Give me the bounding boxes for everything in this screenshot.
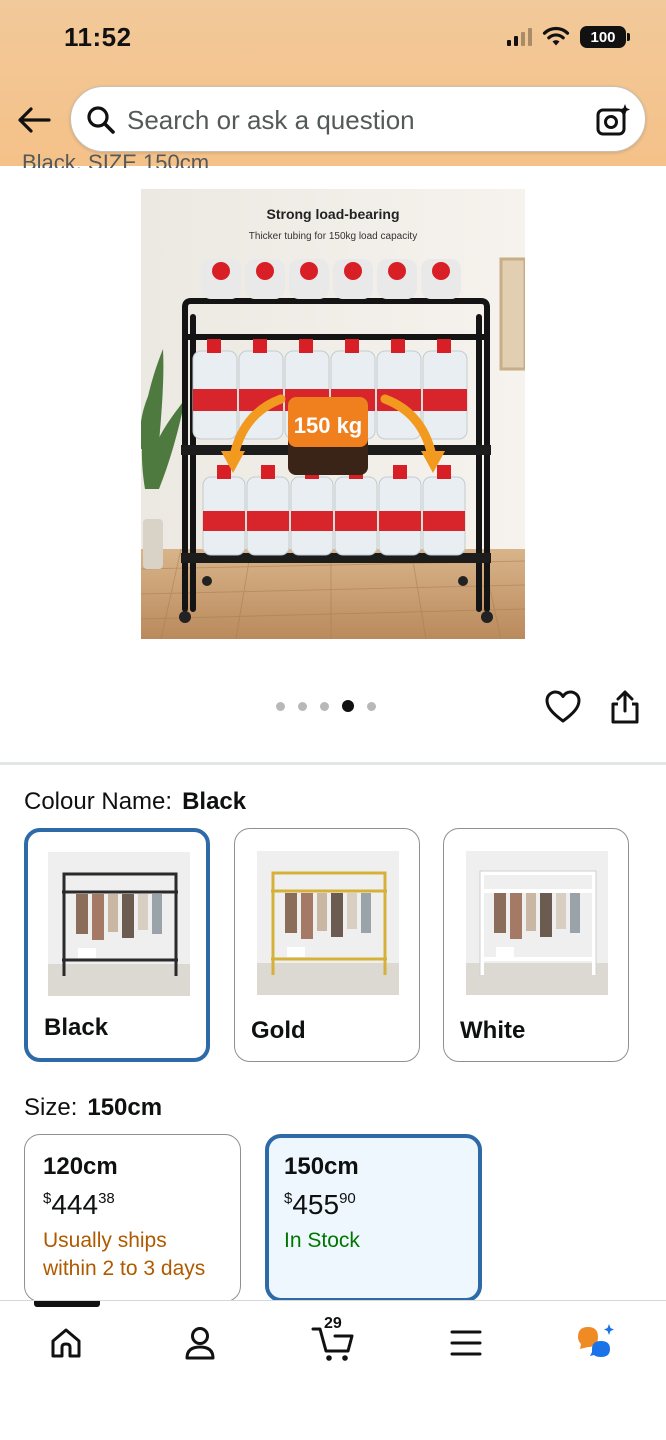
price-fraction: 38: [98, 1190, 115, 1207]
cellular-signal-icon: [507, 28, 532, 46]
white-rack-thumbnail: [466, 851, 608, 995]
camera-search-icon[interactable]: [595, 102, 631, 138]
size-option-label: 150cm: [284, 1153, 359, 1180]
home-icon: [51, 1328, 81, 1358]
bottom-navigation: 29: [0, 1300, 666, 1440]
size-label: Size:: [24, 1094, 78, 1121]
colour-option-black[interactable]: Black: [24, 828, 210, 1062]
carousel-dot[interactable]: [367, 701, 376, 711]
size-option-label: 120cm: [43, 1153, 118, 1180]
carousel-dot[interactable]: [276, 701, 285, 711]
size-option-price: $45590: [284, 1191, 463, 1219]
price-fraction: 90: [339, 1190, 356, 1207]
search-bar[interactable]: [70, 86, 646, 152]
carousel-dots[interactable]: [276, 700, 376, 712]
nav-home[interactable]: [44, 1321, 88, 1365]
menu-icon: [450, 1330, 482, 1356]
nav-cart[interactable]: 29: [310, 1315, 356, 1365]
nav-assistant[interactable]: [574, 1321, 618, 1365]
nav-account[interactable]: [178, 1321, 222, 1365]
availability-text: Usually ships within 2 to 3 days: [43, 1227, 222, 1283]
size-option-150cm[interactable]: 150cm $45590 In Stock: [265, 1134, 482, 1302]
product-photo: 150 kg Strong load-bearing Thicker tubin…: [141, 189, 525, 639]
status-icons: 100: [507, 26, 630, 48]
battery-icon: 100: [580, 26, 630, 48]
rufus-assistant-icon: [578, 1324, 614, 1357]
size-option-120cm[interactable]: 120cm $44438 Usually ships within 2 to 3…: [24, 1134, 241, 1302]
size-selected: 150cm: [87, 1094, 163, 1121]
colour-label-row: Colour Name: Black: [24, 788, 246, 816]
nav-menu[interactable]: [444, 1321, 488, 1365]
back-button[interactable]: [14, 100, 54, 140]
availability-line: within 2 to 3 days: [43, 1257, 206, 1280]
price-whole: 455: [292, 1189, 340, 1220]
load-badge: 150 kg: [294, 413, 363, 438]
black-rack-thumbnail: [48, 852, 190, 996]
price-whole: 444: [51, 1189, 99, 1220]
carousel-dot[interactable]: [320, 701, 329, 711]
carousel-dot-active[interactable]: [342, 700, 354, 712]
active-tab-indicator: [34, 1301, 100, 1307]
search-icon: [87, 106, 115, 134]
back-arrow-icon: [18, 107, 51, 133]
gold-rack-thumbnail: [257, 851, 399, 995]
colour-option-gold[interactable]: Gold: [234, 828, 420, 1062]
colour-selected: Black: [182, 788, 247, 815]
cart-count: 29: [324, 1315, 342, 1332]
colour-option-white[interactable]: White: [443, 828, 629, 1062]
availability-line: Usually ships: [43, 1229, 167, 1252]
share-icon[interactable]: [608, 689, 642, 725]
image-heading: Strong load-bearing: [267, 206, 400, 222]
availability-text: In Stock: [284, 1227, 463, 1255]
availability-line: In Stock: [284, 1229, 360, 1252]
wishlist-heart-icon[interactable]: [544, 689, 582, 725]
colour-option-label: White: [460, 1017, 526, 1044]
size-option-price: $44438: [43, 1191, 222, 1219]
variant-subtitle: Black, SIZE 150cm: [22, 150, 210, 168]
colour-label: Colour Name:: [24, 788, 173, 815]
colour-option-label: Gold: [251, 1017, 306, 1044]
person-icon: [185, 1327, 215, 1360]
section-divider: [0, 762, 666, 765]
image-subheading: Thicker tubing for 150kg load capacity: [249, 231, 417, 242]
carousel-dot[interactable]: [298, 701, 307, 711]
status-time: 11:52: [64, 22, 132, 52]
product-image[interactable]: 150 kg Strong load-bearing Thicker tubin…: [141, 189, 525, 639]
header-bar: 11:52 100: [0, 0, 666, 166]
wifi-icon: [542, 26, 570, 46]
colour-option-label: Black: [44, 1014, 109, 1041]
size-label-row: Size: 150cm: [24, 1094, 162, 1122]
search-input[interactable]: [127, 99, 587, 141]
